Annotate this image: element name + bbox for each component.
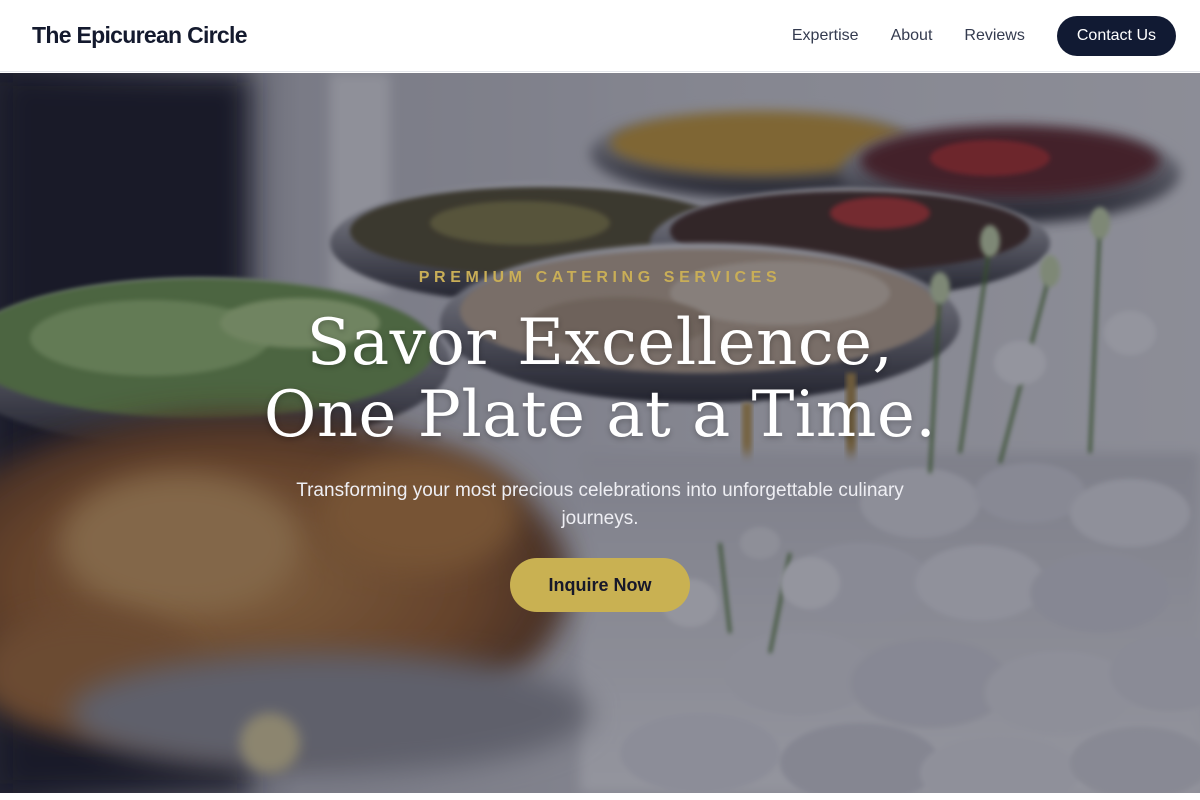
nav-link-reviews[interactable]: Reviews	[964, 27, 1024, 45]
brand-logo[interactable]: The Epicurean Circle	[32, 22, 248, 49]
nav-link-expertise[interactable]: Expertise	[792, 27, 859, 45]
hero-content: PREMIUM CATERING SERVICES Savor Excellen…	[0, 73, 1200, 793]
hero-subtitle: Transforming your most precious celebrat…	[296, 480, 904, 529]
hero-section: PREMIUM CATERING SERVICES Savor Excellen…	[0, 73, 1200, 793]
main-nav: Expertise About Reviews Contact Us	[792, 15, 1176, 56]
site-header: The Epicurean Circle Expertise About Rev…	[0, 0, 1200, 72]
hero-headline: Savor Excellence, One Plate at a Time.	[0, 307, 1200, 451]
contact-us-button[interactable]: Contact Us	[1056, 15, 1176, 56]
hero-headline-line-2: One Plate at a Time.	[263, 378, 937, 452]
hero-eyebrow: PREMIUM CATERING SERVICES	[418, 269, 782, 286]
nav-link-about[interactable]: About	[891, 27, 933, 45]
inquire-now-button[interactable]: Inquire Now	[510, 558, 690, 612]
hero-headline-line-1: Savor Excellence,	[306, 306, 894, 380]
